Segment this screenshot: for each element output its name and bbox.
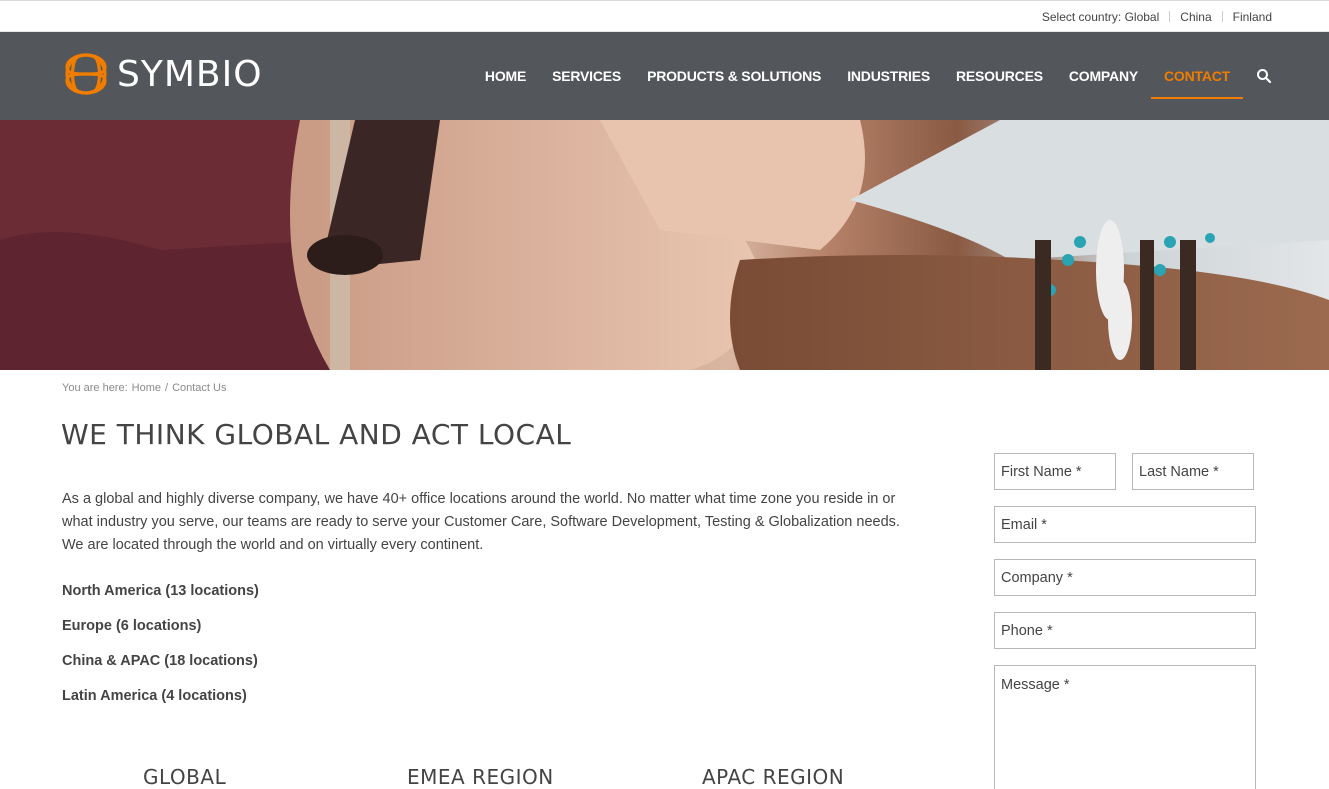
heading-global: GLOBAL (143, 765, 227, 789)
logo-text: SYMBIO (117, 53, 263, 95)
last-name-field[interactable]: Last Name * (1132, 453, 1254, 490)
fist-bump-photo (0, 120, 1329, 370)
intro-paragraph: As a global and highly diverse company, … (62, 491, 900, 553)
breadcrumb-home-link[interactable]: Home (132, 382, 161, 394)
breadcrumb-separator: / (165, 382, 169, 394)
region-north-america: North America (13 locations) (62, 583, 259, 599)
nav-industries[interactable]: INDUSTRIES (847, 32, 930, 120)
heading-apac-region: APAC REGION (702, 765, 845, 789)
region-latin-america: Latin America (4 locations) (62, 688, 247, 704)
country-link-finland[interactable]: Finland (1233, 10, 1272, 24)
page-title: WE THINK GLOBAL AND ACT LOCAL (61, 418, 572, 451)
region-headings: GLOBAL EMEA REGION APAC REGION (0, 765, 900, 789)
select-country-global[interactable]: Select country: Global (1042, 10, 1159, 24)
breadcrumb-current: Contact Us (172, 382, 227, 394)
first-name-field[interactable]: First Name * (994, 453, 1116, 490)
site-header: SYMBIO HOME SERVICES PRODUCTS & SOLUTION… (0, 32, 1329, 120)
nav-services[interactable]: SERVICES (552, 32, 621, 120)
message-field[interactable]: Message * (994, 665, 1256, 789)
breadcrumb: You are here: Home / Contact Us (62, 382, 226, 394)
country-selector: Select country: Global China Finland (1042, 1, 1272, 32)
nav-resources[interactable]: RESOURCES (956, 32, 1043, 120)
main-nav: HOME SERVICES PRODUCTS & SOLUTIONS INDUS… (459, 32, 1272, 120)
nav-contact[interactable]: CONTACT (1151, 32, 1243, 120)
nav-home[interactable]: HOME (485, 32, 526, 120)
divider (1169, 11, 1171, 22)
nav-products-solutions[interactable]: PRODUCTS & SOLUTIONS (647, 32, 821, 120)
nav-company[interactable]: COMPANY (1069, 32, 1138, 120)
search-icon[interactable] (1256, 68, 1272, 84)
location-list: North America (13 locations) Europe (6 l… (62, 581, 259, 721)
logo[interactable]: SYMBIO (61, 49, 263, 99)
breadcrumb-prefix: You are here: (62, 382, 128, 394)
company-field[interactable]: Company * (994, 559, 1256, 596)
symbio-logo-icon (65, 53, 107, 95)
region-china-apac: China & APAC (18 locations) (62, 653, 258, 669)
top-bar: Select country: Global China Finland (0, 0, 1329, 32)
email-field[interactable]: Email * (994, 506, 1256, 543)
divider (1221, 11, 1223, 22)
hero-image (0, 120, 1329, 370)
country-link-china[interactable]: China (1180, 10, 1211, 24)
region-europe: Europe (6 locations) (62, 618, 202, 634)
heading-emea-region: EMEA REGION (407, 765, 554, 789)
phone-field[interactable]: Phone * (994, 612, 1256, 649)
